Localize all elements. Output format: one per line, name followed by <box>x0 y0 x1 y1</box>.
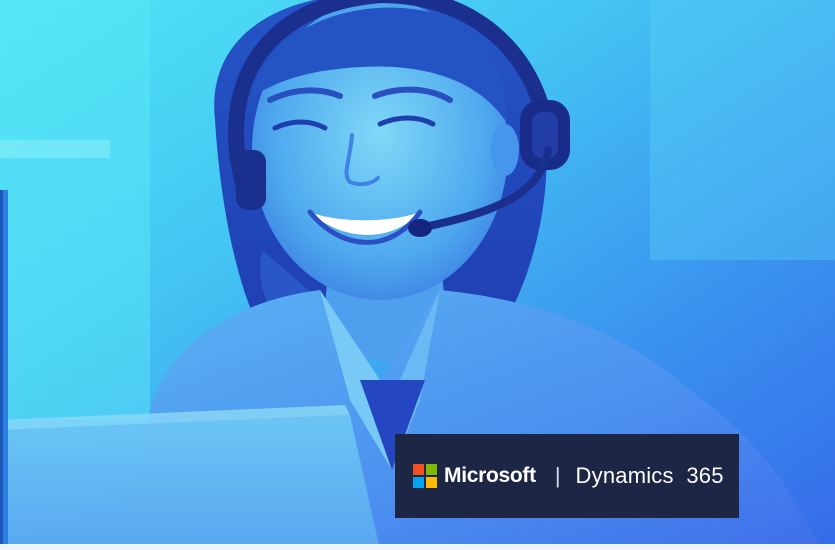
logo-yellow-square <box>426 477 437 488</box>
microsoft-logo-icon <box>413 464 437 488</box>
hero-banner: Microsoft | Dynamics 365 <box>0 0 835 550</box>
bottom-edge-strip <box>0 544 835 550</box>
product-version: 365 <box>686 463 724 488</box>
brand-product-name: Dynamics 365 <box>576 463 724 489</box>
logo-red-square <box>413 464 424 475</box>
brand-company-name: Microsoft <box>444 464 536 487</box>
brand-badge: Microsoft | Dynamics 365 <box>395 434 739 518</box>
product-label: Dynamics <box>575 463 674 488</box>
logo-blue-square <box>413 477 424 488</box>
logo-green-square <box>426 464 437 475</box>
brand-separator: | <box>554 463 561 488</box>
left-edge-strip <box>0 190 8 550</box>
